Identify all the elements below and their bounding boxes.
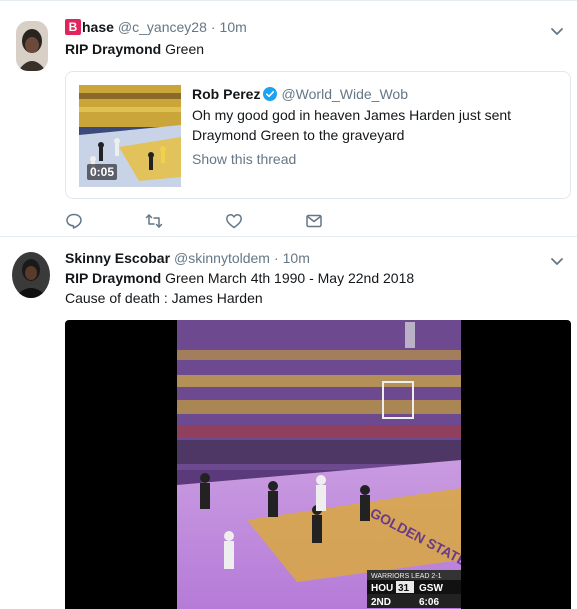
chevron-down-icon[interactable] bbox=[549, 23, 565, 39]
away-score: 31 bbox=[398, 583, 410, 594]
quoted-display-name[interactable]: Rob Perez bbox=[192, 86, 260, 102]
tweet-header: Skinny Escobar @skinnytoldem · 10m bbox=[65, 250, 310, 266]
avatar[interactable] bbox=[12, 252, 50, 298]
home-team: GSW bbox=[419, 583, 443, 594]
separator: · bbox=[273, 250, 279, 266]
reply-button[interactable] bbox=[65, 212, 145, 230]
tweet-text-bold: RIP Draymond bbox=[65, 41, 162, 57]
quoted-tweet[interactable]: 0:05 Rob Perez @World_Wide_Wob Oh my goo… bbox=[65, 71, 571, 199]
separator: · bbox=[210, 19, 216, 35]
timestamp[interactable]: 10m bbox=[220, 19, 247, 35]
message-icon bbox=[306, 214, 322, 228]
username[interactable]: @c_yancey28 bbox=[118, 19, 207, 35]
display-name[interactable]: hase bbox=[82, 19, 114, 35]
tweet[interactable]: Skinny Escobar @skinnytoldem · 10m RIP D… bbox=[0, 238, 577, 609]
quoted-author[interactable]: Rob Perez @World_Wide_Wob bbox=[192, 86, 408, 102]
tweet-actions bbox=[65, 212, 385, 230]
show-thread-link[interactable]: Show this thread bbox=[192, 151, 296, 167]
quoted-tweet-text: Oh my good god in heaven James Harden ju… bbox=[192, 107, 512, 143]
tweet-text-bold: RIP Draymond bbox=[65, 270, 162, 286]
score-banner: WARRIORS LEAD 2-1 bbox=[371, 573, 442, 580]
tweet[interactable]: B hase @c_yancey28 · 10m RIP Draymond Gr… bbox=[0, 0, 577, 237]
display-name[interactable]: Skinny Escobar bbox=[65, 250, 170, 266]
chevron-down-icon[interactable] bbox=[549, 253, 565, 269]
retweet-button[interactable] bbox=[145, 212, 225, 230]
tweet-text-rest: Green bbox=[161, 41, 205, 57]
tweet-video[interactable]: GOLDEN STATE WARRIORS LEAD 2-1 HOU 31 GS… bbox=[65, 320, 571, 609]
like-icon bbox=[226, 214, 242, 229]
tweet-text: RIP Draymond Green March 4th 1990 - May … bbox=[65, 268, 414, 288]
avatar[interactable] bbox=[16, 21, 48, 71]
video-duration: 0:05 bbox=[87, 164, 118, 180]
tweet-text: RIP Draymond Green bbox=[65, 39, 204, 59]
like-button[interactable] bbox=[225, 212, 305, 230]
username[interactable]: @skinnytoldem bbox=[174, 250, 270, 266]
quoted-video-thumbnail[interactable]: 0:05 bbox=[79, 85, 181, 187]
name-badge: B bbox=[65, 19, 81, 35]
verified-badge-icon bbox=[263, 87, 278, 101]
tweet-text-line-2: Cause of death : James Harden bbox=[65, 290, 263, 306]
retweet-icon bbox=[145, 214, 163, 228]
quoted-username[interactable]: @World_Wide_Wob bbox=[281, 86, 408, 102]
timestamp[interactable]: 10m bbox=[283, 250, 310, 266]
game-clock: 6:06 bbox=[419, 597, 439, 608]
away-team: HOU bbox=[371, 583, 393, 594]
direct-message-button[interactable] bbox=[305, 212, 385, 230]
reply-icon bbox=[66, 213, 82, 229]
tweet-text-rest: Green March 4th 1990 - May 22nd 2018 bbox=[161, 270, 415, 286]
tweet-header: B hase @c_yancey28 · 10m bbox=[65, 19, 247, 35]
video-frame: GOLDEN STATE WARRIORS LEAD 2-1 HOU 31 GS… bbox=[177, 320, 461, 609]
game-quarter: 2ND bbox=[371, 597, 391, 608]
